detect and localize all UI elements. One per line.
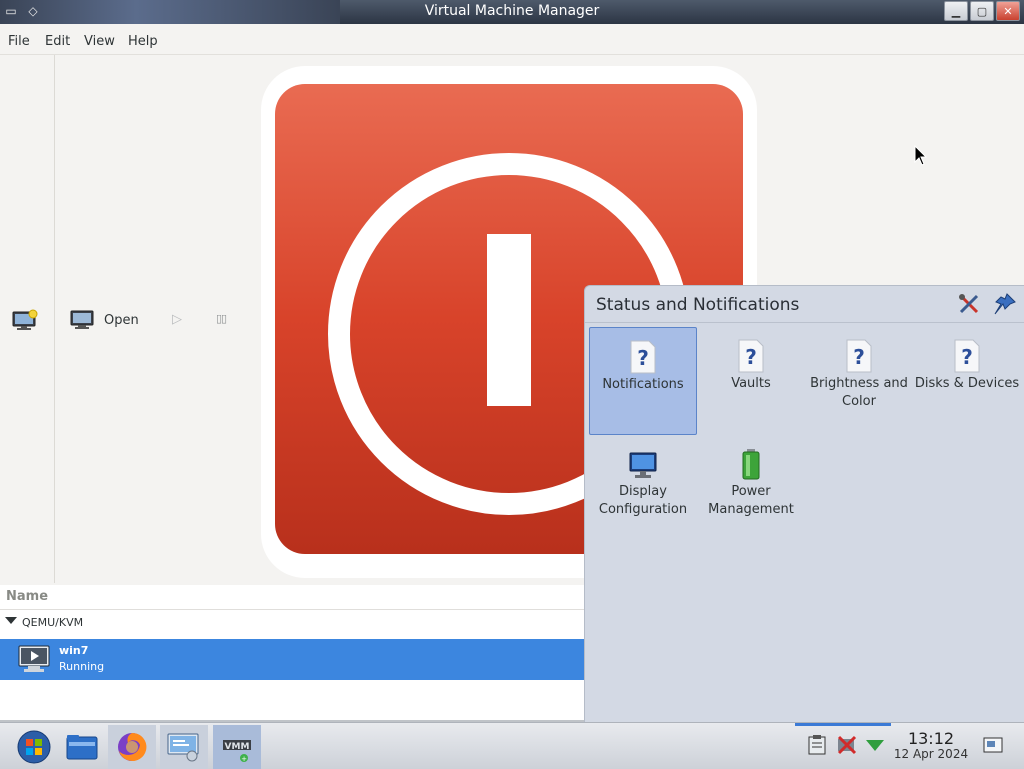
- clipboard-icon[interactable]: [806, 735, 828, 755]
- pause-button[interactable]: ▯▯: [216, 312, 227, 325]
- item-label: Power Management: [708, 484, 794, 517]
- play-icon: ▷: [172, 312, 182, 327]
- item-power-management[interactable]: Power Management: [697, 435, 805, 543]
- menu-file[interactable]: File: [8, 34, 30, 49]
- vm-running-icon: [18, 645, 50, 672]
- svg-text:?: ?: [853, 345, 865, 369]
- file-manager-button[interactable]: [58, 725, 106, 769]
- close-button[interactable]: ✕: [996, 1, 1020, 21]
- menu-help[interactable]: Help: [128, 34, 158, 49]
- help-question-icon: ?: [738, 339, 764, 373]
- close-icon: ✕: [1003, 4, 1013, 18]
- vm-state: Running: [59, 660, 105, 673]
- monitor-icon: [70, 310, 94, 329]
- column-header-name[interactable]: Name: [0, 585, 584, 610]
- vm-row[interactable]: win7 Running: [0, 639, 584, 680]
- menu-view[interactable]: View: [84, 34, 115, 49]
- help-question-icon: ?: [954, 339, 980, 373]
- item-label: Notifications: [602, 377, 684, 392]
- configure-tools-icon[interactable]: [957, 292, 981, 316]
- svg-text:?: ?: [745, 345, 757, 369]
- item-display-configuration[interactable]: Display Configuration: [589, 435, 697, 543]
- open-button[interactable]: Open: [70, 310, 139, 330]
- window-titlebar: ▭ ◇ Virtual Machine Manager ▁ ▢ ✕: [0, 0, 1024, 24]
- item-notifications[interactable]: ? Notifications: [589, 327, 697, 435]
- window-title: Virtual Machine Manager: [424, 3, 600, 19]
- menu-edit[interactable]: Edit: [45, 34, 70, 49]
- virt-manager-button[interactable]: VMM +: [213, 725, 261, 769]
- item-brightness-color[interactable]: ? Brightness and Color: [805, 327, 913, 435]
- minimize-icon: ▁: [951, 4, 961, 18]
- pause-icon: ▯▯: [216, 312, 227, 325]
- monitor-icon: [629, 452, 657, 478]
- minimize-button[interactable]: ▁: [944, 1, 968, 21]
- maximize-button[interactable]: ▢: [970, 1, 994, 21]
- collapse-arrow-icon[interactable]: [5, 617, 17, 624]
- panel-title: Status and Notifications: [596, 295, 800, 315]
- battery-icon: [742, 449, 760, 480]
- clock-date: 12 Apr 2024: [893, 747, 969, 761]
- svg-text:?: ?: [637, 346, 649, 370]
- svg-text:+: +: [241, 755, 247, 763]
- system-settings-button[interactable]: [160, 725, 208, 769]
- item-label: Brightness and Color: [810, 376, 908, 409]
- show-desktop-icon[interactable]: [982, 735, 1004, 755]
- connection-group[interactable]: QEMU/KVM: [0, 611, 584, 635]
- network-disconnected-icon[interactable]: [836, 735, 858, 755]
- pin-icon[interactable]: [993, 292, 1017, 316]
- folder-icon: [66, 735, 98, 760]
- clock-time: 13:12: [907, 729, 955, 748]
- menu-bar: File Edit View Help: [0, 28, 1024, 55]
- taskbar: VMM + 13:12 12 Apr 2024: [0, 722, 1024, 769]
- help-question-icon: ?: [846, 339, 872, 373]
- open-label: Open: [104, 312, 139, 328]
- item-disks-devices[interactable]: ? Disks & Devices: [913, 327, 1021, 435]
- firefox-icon: [118, 732, 147, 761]
- vm-name: win7: [59, 644, 89, 657]
- virt-manager-icon: VMM +: [223, 740, 251, 763]
- svg-text:VMM: VMM: [225, 742, 250, 752]
- connection-label: QEMU/KVM: [22, 616, 84, 629]
- firefox-button[interactable]: [108, 725, 156, 769]
- item-label: Display Configuration: [598, 484, 688, 517]
- maximize-icon: ▢: [976, 4, 988, 18]
- new-vm-icon[interactable]: [12, 309, 38, 331]
- item-label: Vaults: [731, 376, 771, 391]
- panel-active-indicator: [795, 723, 891, 726]
- left-toolbar-strip: [0, 55, 55, 583]
- panel-separator: [585, 322, 1024, 323]
- start-button[interactable]: [10, 725, 58, 769]
- svg-text:?: ?: [961, 345, 973, 369]
- windows-start-icon: [17, 730, 51, 764]
- expand-tray-arrow-icon[interactable]: [864, 735, 886, 755]
- clock[interactable]: 13:12 12 Apr 2024: [892, 729, 970, 762]
- help-question-icon: ?: [630, 340, 656, 374]
- item-label: Disks & Devices: [914, 376, 1020, 391]
- item-vaults[interactable]: ? Vaults: [697, 327, 805, 435]
- mouse-cursor-icon: [914, 145, 928, 166]
- settings-monitor-icon: [167, 733, 199, 762]
- vm-list: Name QEMU/KVM win7 Running: [0, 585, 584, 720]
- status-notifications-panel: Status and Notifications ? Notifications…: [584, 285, 1024, 723]
- run-button[interactable]: ▷: [172, 312, 182, 327]
